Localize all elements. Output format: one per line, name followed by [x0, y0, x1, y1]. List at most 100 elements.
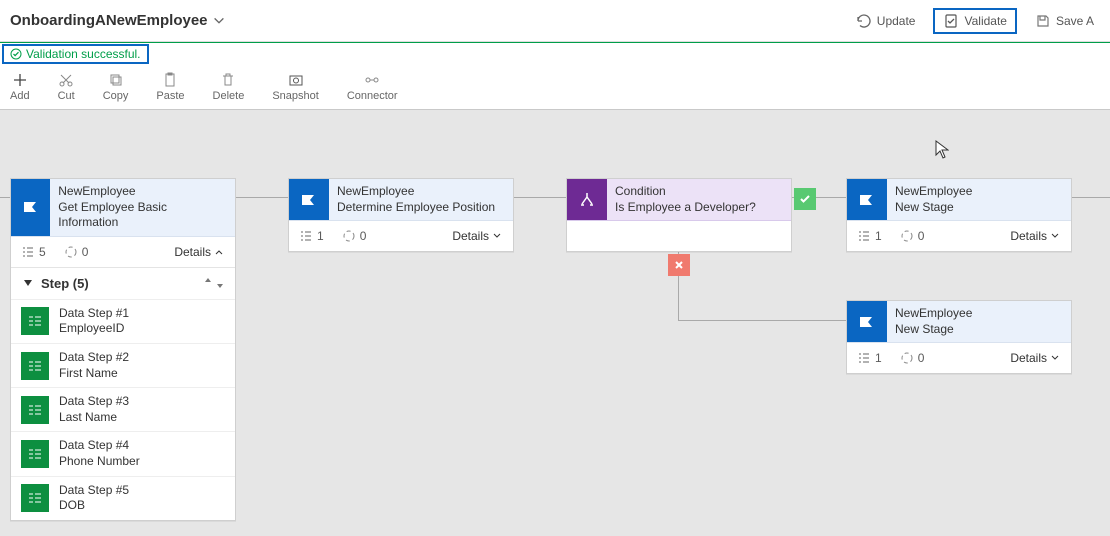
cycle-icon	[342, 229, 356, 243]
trash-icon	[220, 72, 236, 88]
list-icon	[21, 245, 35, 259]
condition-icon	[567, 179, 607, 220]
data-step-icon	[21, 440, 49, 468]
clipboard-check-icon	[943, 13, 959, 29]
list-icon	[857, 229, 871, 243]
data-step-icon	[21, 484, 49, 512]
stage-desc: Get Employee Basic Information	[58, 200, 227, 231]
triangle-collapse-icon	[21, 276, 35, 290]
refs-count: 0	[342, 229, 367, 243]
camera-icon	[288, 72, 304, 88]
chevron-down-icon	[491, 230, 503, 242]
stage-meta: 1 0 Details	[289, 221, 513, 251]
condition-desc: Is Employee a Developer?	[615, 200, 756, 216]
top-actions: Update Validate Save A	[850, 8, 1100, 34]
steps-count: 1	[299, 229, 324, 243]
data-step-icon	[21, 396, 49, 424]
stage-name: NewEmployee	[58, 184, 227, 200]
save-as-label: Save A	[1056, 14, 1094, 28]
stage-card-1[interactable]: NewEmployee Get Employee Basic Informati…	[10, 178, 236, 521]
clipboard-icon	[162, 72, 178, 88]
step-section-header[interactable]: Step (5)	[11, 267, 235, 299]
refs-count: 0	[64, 245, 89, 259]
step-item[interactable]: Data Step #3Last Name	[11, 387, 235, 431]
stage-header: NewEmployee New Stage	[847, 179, 1071, 221]
close-icon	[673, 259, 685, 271]
condition-true-badge[interactable]	[794, 188, 816, 210]
list-icon	[299, 229, 313, 243]
sort-arrows[interactable]	[203, 276, 225, 290]
stage-header: NewEmployee New Stage	[847, 301, 1071, 343]
connector-icon	[364, 72, 380, 88]
condition-card[interactable]: Condition Is Employee a Developer?	[566, 178, 792, 252]
steps-count: 1	[857, 351, 882, 365]
cycle-icon	[900, 229, 914, 243]
steps-count: 1	[857, 229, 882, 243]
arrow-up-icon	[203, 276, 213, 290]
stage-header: NewEmployee Get Employee Basic Informati…	[11, 179, 235, 237]
update-label: Update	[877, 14, 916, 28]
data-step-icon	[21, 352, 49, 380]
refresh-icon	[856, 13, 872, 29]
step-item[interactable]: Data Step #1EmployeeID	[11, 299, 235, 343]
refs-count: 0	[900, 229, 925, 243]
details-toggle[interactable]: Details	[1010, 229, 1061, 243]
paste-label: Paste	[156, 90, 184, 102]
cut-button[interactable]: Cut	[58, 72, 75, 102]
stage-name: NewEmployee	[337, 184, 495, 200]
stage-card-5[interactable]: NewEmployee New Stage 1 0 Details	[846, 300, 1072, 374]
data-step-icon	[21, 307, 49, 335]
step-item[interactable]: Data Step #5DOB	[11, 476, 235, 520]
top-bar: OnboardingANewEmployee Update Validate S…	[0, 0, 1110, 42]
validate-button[interactable]: Validate	[933, 8, 1016, 34]
save-as-button[interactable]: Save A	[1029, 10, 1100, 32]
step-item[interactable]: Data Step #4Phone Number	[11, 431, 235, 475]
condition-false-badge[interactable]	[668, 254, 690, 276]
details-toggle[interactable]: Details	[174, 245, 225, 259]
save-icon	[1035, 13, 1051, 29]
stage-desc: New Stage	[895, 322, 972, 338]
paste-button[interactable]: Paste	[156, 72, 184, 102]
flow-title-text: OnboardingANewEmployee	[10, 12, 208, 29]
stage-meta: 5 0 Details	[11, 237, 235, 267]
flow-canvas[interactable]: NewEmployee Get Employee Basic Informati…	[0, 110, 1110, 536]
validate-label: Validate	[964, 14, 1006, 28]
stage-card-2[interactable]: NewEmployee Determine Employee Position …	[288, 178, 514, 252]
stage-icon	[289, 179, 329, 220]
delete-button[interactable]: Delete	[213, 72, 245, 102]
condition-name: Condition	[615, 184, 756, 200]
check-icon	[799, 193, 811, 205]
refs-count: 0	[900, 351, 925, 365]
validation-status-text: Validation successful.	[26, 47, 141, 61]
cycle-icon	[900, 351, 914, 365]
steps-count: 5	[21, 245, 46, 259]
stage-name: NewEmployee	[895, 306, 972, 322]
add-label: Add	[10, 90, 30, 102]
stage-name: NewEmployee	[895, 184, 972, 200]
cycle-icon	[64, 245, 78, 259]
stage-icon	[11, 179, 50, 236]
update-button[interactable]: Update	[850, 10, 922, 32]
copy-button[interactable]: Copy	[103, 72, 129, 102]
connector-label: Connector	[347, 90, 398, 102]
chevron-up-icon	[213, 246, 225, 258]
check-circle-icon	[10, 48, 22, 60]
scissors-icon	[58, 72, 74, 88]
copy-label: Copy	[103, 90, 129, 102]
connector-button[interactable]: Connector	[347, 72, 398, 102]
toolbar: Add Cut Copy Paste Delete Snapshot Conne…	[0, 64, 1110, 110]
chevron-down-icon	[1049, 352, 1061, 364]
validation-status[interactable]: Validation successful.	[2, 44, 149, 64]
snapshot-button[interactable]: Snapshot	[272, 72, 318, 102]
add-button[interactable]: Add	[10, 72, 30, 102]
connector-line	[678, 320, 846, 321]
stage-card-4[interactable]: NewEmployee New Stage 1 0 Details	[846, 178, 1072, 252]
stage-icon	[847, 179, 887, 220]
details-toggle[interactable]: Details	[452, 229, 503, 243]
chevron-down-icon	[1049, 230, 1061, 242]
flow-title[interactable]: OnboardingANewEmployee	[10, 12, 226, 29]
plus-icon	[12, 72, 28, 88]
arrow-down-icon	[215, 276, 225, 290]
details-toggle[interactable]: Details	[1010, 351, 1061, 365]
step-item[interactable]: Data Step #2First Name	[11, 343, 235, 387]
